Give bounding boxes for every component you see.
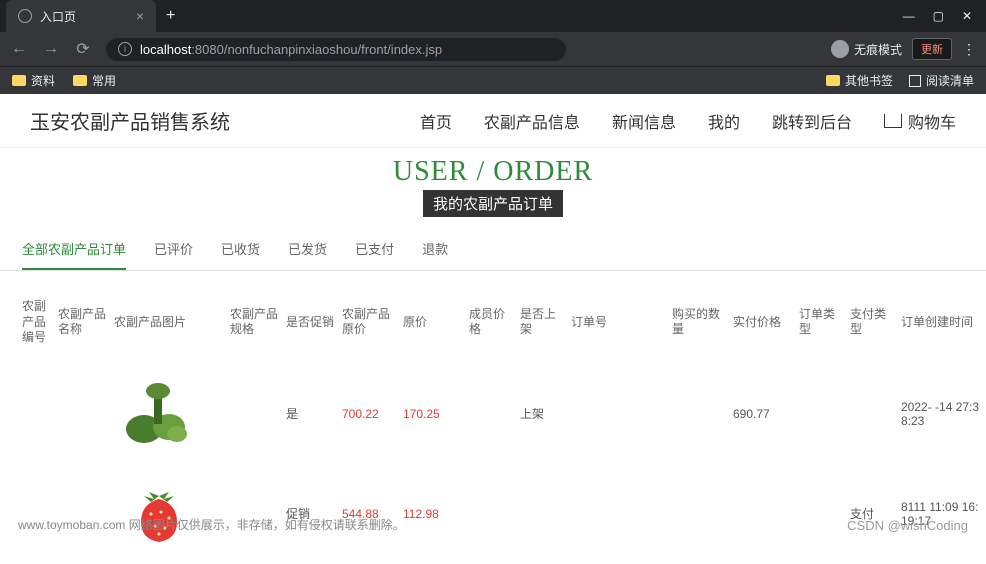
cell-price: 170.25 <box>403 407 463 421</box>
strawberry-icon <box>129 484 189 544</box>
address-bar: ← → ⟳ i localhost:8080/nonfuchanpinxiaos… <box>0 32 986 66</box>
folder-icon <box>826 75 840 86</box>
bookmark-folder[interactable]: 常用 <box>73 72 116 89</box>
brand-title: 玉安农副产品销售系统 <box>30 106 230 135</box>
window-controls: — ▢ ✕ <box>889 9 986 23</box>
cell: 上架 <box>520 405 565 422</box>
page-title-cn: 我的农副产品订单 <box>423 190 563 217</box>
folder-icon <box>73 75 87 86</box>
col-image: 农副产品图片 <box>114 315 224 331</box>
table-row: 促销 544.88 112.98 支付 8111 11:09 16:19:17 … <box>22 464 964 564</box>
tab-all[interactable]: 全部农副产品订单 <box>22 239 126 270</box>
product-image <box>114 379 204 449</box>
titlebar: 入口页 × + — ▢ ✕ <box>0 0 986 32</box>
nav-cart[interactable]: 购物车 <box>884 109 956 133</box>
col-price: 原价 <box>403 315 463 331</box>
cell: 2022- -14 27:38:23 <box>901 400 981 428</box>
col-member-price: 成员价格 <box>469 307 514 338</box>
nav-backend[interactable]: 跳转到后台 <box>772 109 852 133</box>
minimize-button[interactable]: — <box>903 9 915 23</box>
close-button[interactable]: ✕ <box>962 9 972 23</box>
reading-list[interactable]: 阅读清单 <box>909 72 974 89</box>
tab-paid[interactable]: 已支付 <box>355 239 394 270</box>
maximize-button[interactable]: ▢ <box>933 9 944 23</box>
col-onsale: 是否上架 <box>520 307 565 338</box>
table-header: 农副产品编号 农副产品名称 农副产品图片 农副产品规格 是否促销 农副产品原价 … <box>22 271 964 364</box>
watermark-right: CSDN @wishCoding <box>847 518 968 533</box>
other-bookmarks[interactable]: 其他书签 <box>826 72 893 89</box>
tab-reviewed[interactable]: 已评价 <box>154 239 193 270</box>
col-order-type: 订单类型 <box>799 307 844 338</box>
list-icon <box>909 75 921 87</box>
col-created: 订单创建时间 <box>901 315 981 331</box>
url-input[interactable]: i localhost:8080/nonfuchanpinxiaoshou/fr… <box>106 38 566 61</box>
cell: 是 <box>286 405 336 422</box>
back-button[interactable]: ← <box>10 40 28 58</box>
tab-refund[interactable]: 退款 <box>422 239 448 270</box>
col-pay-type: 支付类型 <box>850 307 895 338</box>
browser-tab[interactable]: 入口页 × <box>6 0 156 32</box>
update-button[interactable]: 更新 <box>912 38 952 60</box>
nav-home[interactable]: 首页 <box>420 109 452 133</box>
col-qty: 购买的数量 <box>672 307 727 338</box>
watermark-left: www.toymoban.com 网络图片仅供展示，非存储，如有侵权请联系删除。 <box>18 516 405 533</box>
product-image <box>114 479 204 549</box>
bookmark-folder[interactable]: 资料 <box>12 72 55 89</box>
col-spec: 农副产品规格 <box>230 307 280 338</box>
close-tab-icon[interactable]: × <box>136 8 144 24</box>
new-tab-button[interactable]: + <box>156 7 185 25</box>
nav-products[interactable]: 农副产品信息 <box>484 109 580 133</box>
col-promo: 是否促销 <box>286 315 336 331</box>
col-id: 农副产品编号 <box>22 299 52 346</box>
page-icon <box>18 9 32 23</box>
url-host: localhost <box>140 42 191 57</box>
vegetable-icon <box>119 379 199 449</box>
table-row: 是 700.22 170.25 上架 690.77 2022- -14 27:3… <box>22 364 964 464</box>
page-title-en: USER / ORDER <box>0 156 986 188</box>
col-orig-price: 农副产品原价 <box>342 307 397 338</box>
cart-icon <box>884 114 902 128</box>
order-tabs: 全部农副产品订单 已评价 已收货 已发货 已支付 退款 <box>0 221 986 271</box>
url-path: :8080/nonfuchanpinxiaoshou/front/index.j… <box>191 42 442 57</box>
incognito-badge: 无痕模式 <box>831 40 902 58</box>
menu-button[interactable]: ⋮ <box>962 41 976 58</box>
tab-received[interactable]: 已收货 <box>221 239 260 270</box>
folder-icon <box>12 75 26 86</box>
tab-shipped[interactable]: 已发货 <box>288 239 327 270</box>
reload-button[interactable]: ⟳ <box>74 39 92 59</box>
cell: 690.77 <box>733 407 793 421</box>
forward-button[interactable]: → <box>42 40 60 58</box>
nav-news[interactable]: 新闻信息 <box>612 109 676 133</box>
cell-price: 700.22 <box>342 407 397 421</box>
cell-price: 112.98 <box>403 507 463 521</box>
incognito-icon <box>831 40 849 58</box>
col-order-no: 订单号 <box>571 315 666 331</box>
col-name: 农副产品名称 <box>58 307 108 338</box>
nav-mine[interactable]: 我的 <box>708 109 740 133</box>
col-paid: 实付价格 <box>733 315 793 331</box>
bookmarks-bar: 资料 常用 其他书签 阅读清单 <box>0 66 986 94</box>
main-nav: 玉安农副产品销售系统 首页 农副产品信息 新闻信息 我的 跳转到后台 购物车 <box>0 94 986 148</box>
site-info-icon[interactable]: i <box>118 42 132 56</box>
tab-title: 入口页 <box>40 8 76 25</box>
